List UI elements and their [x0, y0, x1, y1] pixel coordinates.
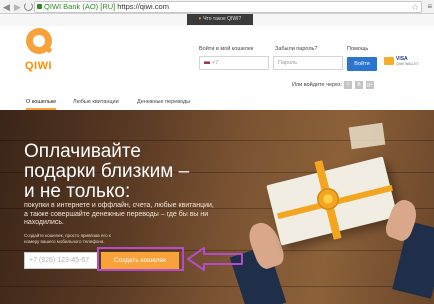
annotation-highlight-box	[97, 247, 184, 271]
browser-menu-icon[interactable]: ≡	[427, 2, 432, 11]
forward-icon[interactable]: ▶	[14, 2, 21, 12]
russia-flag-icon	[204, 60, 210, 64]
reload-icon[interactable]	[24, 2, 33, 11]
url-text: https://qiwi.com	[117, 2, 169, 11]
hero-headline: Оплачивайте подарки близким – и не тольк…	[24, 142, 284, 202]
vk-icon[interactable]: B	[355, 81, 363, 89]
tab-receipts[interactable]: Любые квитанции	[73, 97, 119, 108]
chevron-down-icon: ▾	[198, 16, 202, 22]
lock-icon	[37, 4, 42, 9]
hero-hint: Создайте кошелек, просто привязав его к …	[24, 233, 111, 244]
ev-certificate-label: QIWI Bank (AO) [RU]	[44, 2, 116, 11]
qiwi-logo-icon[interactable]	[26, 28, 54, 56]
login-button[interactable]: Войти	[347, 57, 377, 71]
password-field[interactable]: Пароль	[273, 56, 343, 70]
visa-subtitle: QIWI WALLET	[396, 62, 419, 66]
annotation-arrow-icon	[187, 247, 243, 271]
logo-text[interactable]: QIWI	[25, 60, 52, 72]
google-plus-icon[interactable]: g+	[366, 81, 374, 89]
browser-toolbar: ◀ ▶ QIWI Bank (AO) [RU] https://qiwi.com …	[0, 0, 434, 14]
tab-about-wallet[interactable]: О кошельке	[26, 97, 56, 108]
address-bar[interactable]: QIWI Bank (AO) [RU] https://qiwi.com ☆	[34, 1, 422, 13]
hero-subtext: покупки в интернете и оффлайн, счета, лю…	[24, 202, 214, 226]
login-label: Войти в мой кошелек	[199, 46, 254, 52]
phone-field[interactable]: +7	[199, 56, 269, 70]
background-gift-image	[348, 122, 386, 150]
bookmark-star-icon[interactable]: ☆	[411, 2, 419, 12]
hero-headline-line-2: подарки близким –	[24, 161, 190, 182]
social-login-label: Или войдите через:	[292, 82, 343, 88]
help-link[interactable]: Помощь	[347, 46, 368, 52]
visa-card-icon	[384, 57, 394, 65]
what-is-qiwi-label: Что такое QIWI?	[203, 16, 242, 22]
gift-bow-icon	[317, 188, 339, 210]
hero-phone-input[interactable]: +7 (926) 123-45-67	[24, 252, 98, 269]
what-is-qiwi-tab[interactable]: ▾ Что такое QIWI?	[187, 14, 253, 25]
hero-headline-line-3: и не только:	[24, 181, 131, 202]
hero-headline-line-1: Оплачивайте	[24, 141, 141, 162]
facebook-icon[interactable]: f	[344, 81, 352, 89]
back-icon[interactable]: ◀	[3, 2, 10, 12]
tab-money-transfers[interactable]: Денежные переводы	[137, 97, 190, 108]
phone-field-placeholder: +7	[212, 60, 219, 66]
forgot-password-link[interactable]: Забыли пароль?	[275, 46, 317, 52]
